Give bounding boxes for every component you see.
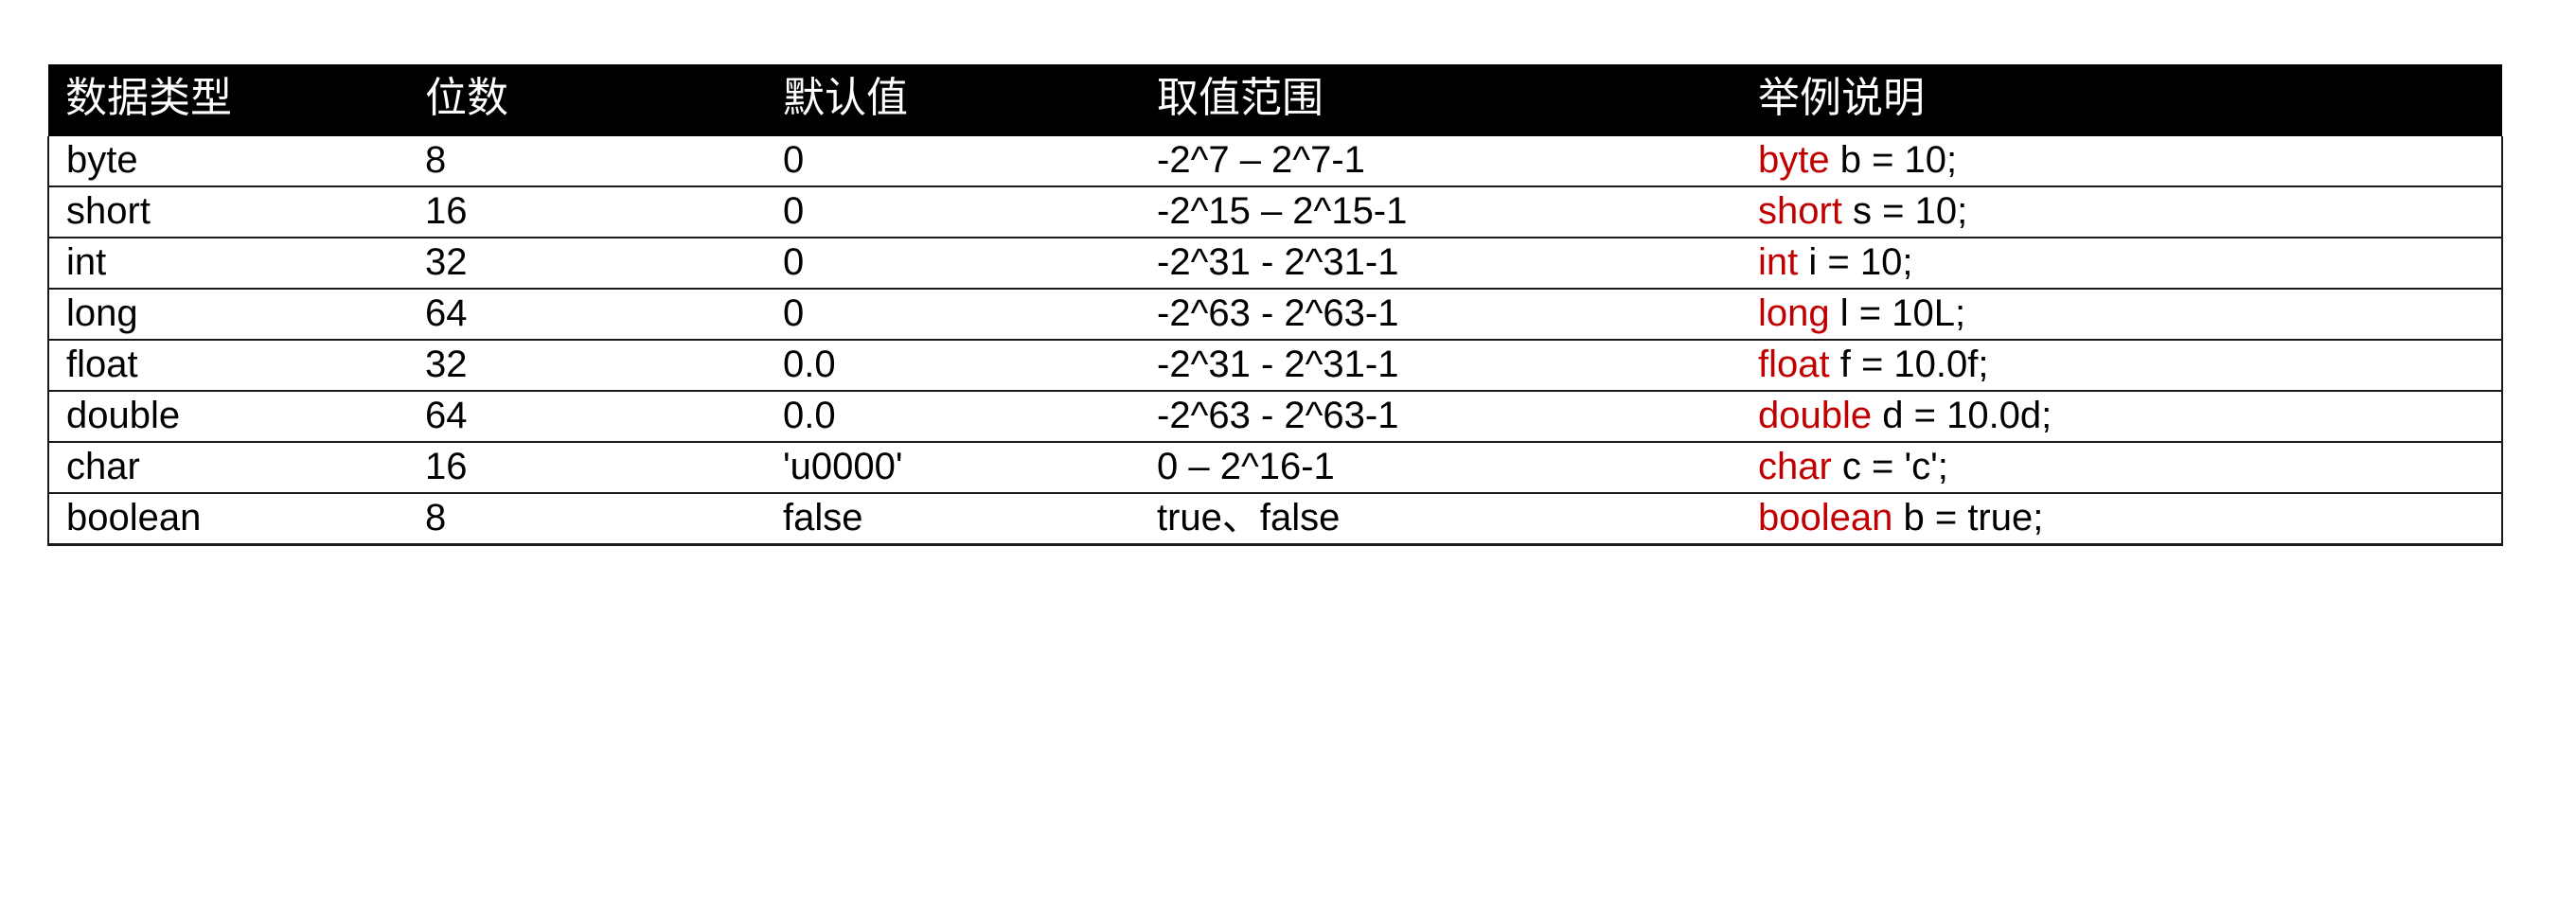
table-row: long 64 0 -2^63 - 2^63-1 long l = 10L; [47,288,2503,341]
cell-data-type: byte [47,136,408,187]
example-keyword: float [1758,344,1830,385]
cell-example: byte b = 10; [1741,136,2503,187]
table-body: byte 8 0 -2^7 – 2^7-1 byte b = 10; short… [47,136,2503,546]
cell-data-type: char [47,441,408,494]
cell-example: int i = 10; [1741,237,2503,290]
cell-value-range: -2^31 - 2^31-1 [1140,339,1741,392]
cell-example: long l = 10L; [1741,288,2503,341]
cell-default-value: 0 [766,136,1140,187]
cell-example: short s = 10; [1741,185,2503,238]
cell-example: boolean b = true; [1741,492,2503,546]
cell-data-type: short [47,185,408,238]
table-row: double 64 0.0 -2^63 - 2^63-1 double d = … [47,390,2503,443]
cell-data-type: long [47,288,408,341]
column-header-default-value: 默认值 [766,64,1140,136]
table-row: byte 8 0 -2^7 – 2^7-1 byte b = 10; [47,136,2503,187]
table-row: boolean 8 false true、false boolean b = t… [47,492,2503,546]
example-keyword: byte [1758,139,1830,181]
column-header-example: 举例说明 [1741,64,2502,136]
java-data-types-table: 数据类型 位数 默认值 取值范围 举例说明 byte 8 0 -2^7 – 2^… [47,64,2503,546]
cell-bits: 16 [408,441,766,494]
example-rest: d = 10.0d; [1872,395,2052,436]
example-keyword: double [1758,395,1873,436]
data-types-table-wrapper: 数据类型 位数 默认值 取值范围 举例说明 byte 8 0 -2^7 – 2^… [47,64,2503,546]
example-rest: c = 'c'; [1831,446,1948,487]
cell-data-type: float [47,339,408,392]
cell-bits: 32 [408,237,766,290]
example-rest: b = 10; [1829,139,1958,181]
table-row: short 16 0 -2^15 – 2^15-1 short s = 10; [47,185,2503,238]
cell-value-range: 0 – 2^16-1 [1140,441,1741,494]
cell-example: char c = 'c'; [1741,441,2503,494]
cell-value-range: -2^7 – 2^7-1 [1140,136,1741,187]
example-keyword: int [1758,241,1799,283]
cell-data-type: int [47,237,408,290]
cell-default-value: 0.0 [766,339,1140,392]
cell-example: double d = 10.0d; [1741,390,2503,443]
example-rest: f = 10.0f; [1829,344,1989,385]
cell-default-value: 0 [766,288,1140,341]
cell-value-range: -2^31 - 2^31-1 [1140,237,1741,290]
cell-default-value: 0.0 [766,390,1140,443]
cell-bits: 16 [408,185,766,238]
cell-value-range: true、false [1140,492,1741,546]
example-rest: i = 10; [1798,241,1913,283]
example-rest: s = 10; [1841,190,1968,232]
page-root: 数据类型 位数 默认值 取值范围 举例说明 byte 8 0 -2^7 – 2^… [0,0,2576,900]
table-row: char 16 'u0000' 0 – 2^16-1 char c = 'c'; [47,441,2503,494]
cell-default-value: 'u0000' [766,441,1140,494]
cell-value-range: -2^15 – 2^15-1 [1140,185,1741,238]
table-row: float 32 0.0 -2^31 - 2^31-1 float f = 10… [47,339,2503,392]
cell-bits: 8 [408,492,766,546]
example-rest: l = 10L; [1829,292,1966,334]
cell-bits: 8 [408,136,766,187]
example-keyword: short [1758,190,1842,232]
example-rest: b = true; [1892,497,2044,538]
table-header-row: 数据类型 位数 默认值 取值范围 举例说明 [48,64,2502,136]
table-row: int 32 0 -2^31 - 2^31-1 int i = 10; [47,237,2503,290]
column-header-bits: 位数 [408,64,766,136]
example-keyword: long [1758,292,1830,334]
cell-value-range: -2^63 - 2^63-1 [1140,390,1741,443]
column-header-value-range: 取值范围 [1140,64,1741,136]
cell-bits: 64 [408,390,766,443]
example-keyword: boolean [1758,497,1893,538]
cell-bits: 64 [408,288,766,341]
table-header: 数据类型 位数 默认值 取值范围 举例说明 [48,64,2502,136]
cell-default-value: false [766,492,1140,546]
cell-bits: 32 [408,339,766,392]
example-keyword: char [1758,446,1832,487]
cell-default-value: 0 [766,185,1140,238]
cell-value-range: -2^63 - 2^63-1 [1140,288,1741,341]
cell-example: float f = 10.0f; [1741,339,2503,392]
cell-data-type: boolean [47,492,408,546]
cell-default-value: 0 [766,237,1140,290]
cell-data-type: double [47,390,408,443]
column-header-data-type: 数据类型 [48,64,408,136]
